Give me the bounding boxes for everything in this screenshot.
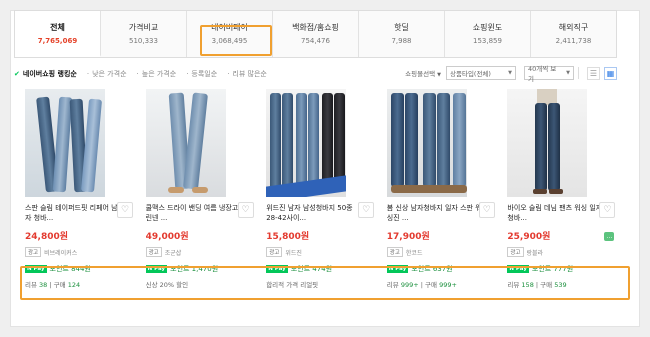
select-value: 상품타입(전체) — [450, 70, 491, 78]
view-options: 쇼핑몰선택 ▼ 상품타입(전체) ▼ 40개씩 보기 ▼ ☰ ▦ — [405, 65, 617, 83]
heart-icon: ♡ — [120, 205, 130, 215]
sort-label: 높은 가격순 — [141, 70, 177, 78]
seller-name[interactable]: 위드진 — [285, 248, 302, 257]
grid-icon: ▦ — [606, 68, 615, 78]
seller-name[interactable]: 조군샵 — [165, 248, 182, 257]
product-card[interactable]: 쿨맥스 드라이 밴딩 여름 냉장고 린넨 ... ♡ 49,000원 광고 조군샵… — [135, 89, 256, 289]
list-icon: ☰ — [589, 68, 598, 78]
ad-badge: 광고 — [266, 247, 283, 257]
product-price: 49,000원 — [145, 232, 189, 242]
check-icon: ✔ — [14, 70, 20, 78]
seller-row: 광고 비브레이커스 — [25, 247, 124, 257]
sort-ranking[interactable]: 네이버쇼핑 랭킹순 — [23, 69, 77, 79]
product-card[interactable]: 봄 신상 남자청바지 일자 스판 워싱진 ... ♡ 17,900원 광고 한코드… — [376, 89, 497, 289]
product-title[interactable]: 바이오 슬림 데님 팬츠 워싱 일자 청바... — [507, 203, 605, 223]
tab-overseas[interactable]: 해외직구 2,411,738 — [531, 11, 616, 57]
seller-name[interactable]: 랑블라 — [527, 248, 544, 257]
sort-label: 리뷰 많은순 — [232, 70, 267, 78]
tab-all[interactable]: 전체 7,765,069 — [15, 11, 101, 57]
tab-label: 핫딜 — [394, 23, 409, 32]
tab-department-store[interactable]: 백화점/홈쇼핑 754,476 — [273, 11, 359, 57]
bullet-icon: · — [86, 70, 90, 78]
ad-badge: 광고 — [25, 247, 42, 257]
chevron-down-icon: ▼ — [437, 72, 441, 78]
mall-select[interactable]: 쇼핑몰선택 ▼ — [405, 68, 441, 78]
product-title[interactable]: 스판 슬림 테이퍼드핏 리페어 남자 청바... — [25, 203, 123, 223]
tab-shopping-window[interactable]: 쇼핑윈도 153,859 — [445, 11, 531, 57]
tab-hot-deal[interactable]: 핫딜 7,988 — [359, 11, 445, 57]
chevron-down-icon: ▼ — [566, 70, 570, 76]
talk-chat-icon[interactable]: … — [604, 232, 615, 241]
heart-icon: ♡ — [241, 205, 250, 215]
seller-row: 광고 랑블라 — [507, 247, 606, 257]
sort-newest[interactable]: · 등록일순 — [186, 69, 217, 79]
tab-label: 전체 — [50, 23, 65, 32]
naver-pay-tab-highlight — [200, 25, 272, 56]
tab-label: 해외직구 — [558, 23, 589, 32]
bullet-icon: · — [136, 70, 139, 78]
product-title[interactable]: 봄 신상 남자청바지 일자 스판 워싱진 ... — [387, 203, 485, 223]
select-value: 40개씩 보기 — [528, 65, 557, 83]
product-image[interactable] — [145, 89, 226, 197]
tab-count: 2,411,738 — [555, 37, 592, 45]
chevron-down-icon: ▼ — [508, 70, 512, 76]
sort-low-price[interactable]: · 낮은 가격순 — [87, 69, 127, 79]
heart-icon: ♡ — [603, 205, 612, 215]
tab-count: 510,333 — [129, 37, 158, 45]
sort-label: 등록일순 — [191, 70, 218, 78]
tab-label: 백화점/홈쇼핑 — [292, 23, 339, 32]
bullet-icon: · — [227, 70, 230, 78]
sort-reviews[interactable]: · 리뷰 많은순 — [227, 69, 267, 79]
mall-select-label: 쇼핑몰선택 — [405, 70, 436, 78]
product-price: 17,900원 — [386, 232, 430, 242]
product-title[interactable]: 위드진 남자 남성청바지 50종 28-42사이... — [266, 203, 364, 223]
category-tabs: 전체 7,765,069 가격비교 510,333 네이버페이 3,068,495 백… — [14, 10, 617, 58]
wishlist-button[interactable]: ♡ — [478, 202, 495, 218]
npay-points-highlight — [20, 266, 630, 300]
tab-count: 754,476 — [301, 37, 330, 45]
sort-bar: ✔ 네이버쇼핑 랭킹순 · 낮은 가격순 · 높은 가격순 · 등록일순 · 리뷰 많은… — [14, 65, 617, 83]
heart-icon: ♡ — [482, 205, 491, 215]
product-image[interactable] — [25, 89, 105, 197]
product-title[interactable]: 쿨맥스 드라이 밴딩 여름 냉장고 린넨 ... — [146, 203, 244, 223]
seller-row: 광고 위드진 — [266, 247, 365, 257]
product-type-select[interactable]: 상품타입(전체) ▼ — [446, 66, 516, 80]
product-price: 24,800원 — [25, 232, 69, 242]
seller-name[interactable]: 한코드 — [406, 248, 423, 257]
tab-count: 7,765,069 — [37, 37, 78, 45]
ad-badge: 광고 — [386, 247, 403, 257]
seller-name[interactable]: 비브레이커스 — [44, 248, 77, 257]
product-price: 15,800원 — [266, 232, 310, 242]
wishlist-button[interactable]: ♡ — [599, 202, 616, 218]
product-card[interactable]: 바이오 슬림 데님 팬츠 워싱 일자 청바... ♡ … 25,900원 광고 랑… — [496, 89, 617, 289]
tab-count: 153,859 — [473, 37, 502, 45]
wishlist-button[interactable]: ♡ — [358, 202, 375, 218]
ad-badge: 광고 — [507, 247, 524, 257]
grid-view-button[interactable]: ▦ — [604, 66, 617, 80]
product-price: 25,900원 — [507, 232, 551, 242]
ad-badge: 광고 — [145, 247, 162, 257]
product-card[interactable]: 스판 슬림 테이퍼드핏 리페어 남자 청바... ♡ 24,800원 광고 비브레… — [14, 89, 135, 289]
product-image[interactable] — [386, 89, 467, 197]
tab-price-compare[interactable]: 가격비교 510,333 — [101, 11, 187, 57]
sort-options: ✔ 네이버쇼핑 랭킹순 · 낮은 가격순 · 높은 가격순 · 등록일순 · 리뷰 많은… — [14, 69, 277, 79]
tab-label: 가격비교 — [128, 23, 159, 32]
tab-label: 쇼핑윈도 — [472, 23, 503, 32]
bullet-icon: · — [186, 70, 189, 78]
list-view-button[interactable]: ☰ — [587, 66, 600, 80]
tab-count: 7,988 — [391, 37, 412, 45]
sort-label: 낮은 가격순 — [92, 70, 127, 78]
divider — [578, 67, 579, 79]
product-grid: 스판 슬림 테이퍼드핏 리페어 남자 청바... ♡ 24,800원 광고 비브레… — [14, 89, 617, 289]
wishlist-button[interactable]: ♡ — [237, 202, 254, 218]
product-card[interactable]: 위드진 남자 남성청바지 50종 28-42사이... ♡ 15,800원 광고… — [255, 89, 376, 289]
seller-row: 광고 한코드 — [386, 247, 486, 257]
seller-row: 광고 조군샵 — [145, 247, 245, 257]
product-image[interactable] — [266, 89, 347, 197]
page-size-select[interactable]: 40개씩 보기 ▼ — [524, 65, 574, 83]
wishlist-button[interactable]: ♡ — [117, 202, 133, 218]
heart-icon: ♡ — [362, 205, 371, 215]
product-image[interactable] — [507, 89, 588, 197]
sort-high-price[interactable]: · 높은 가격순 — [137, 69, 177, 79]
